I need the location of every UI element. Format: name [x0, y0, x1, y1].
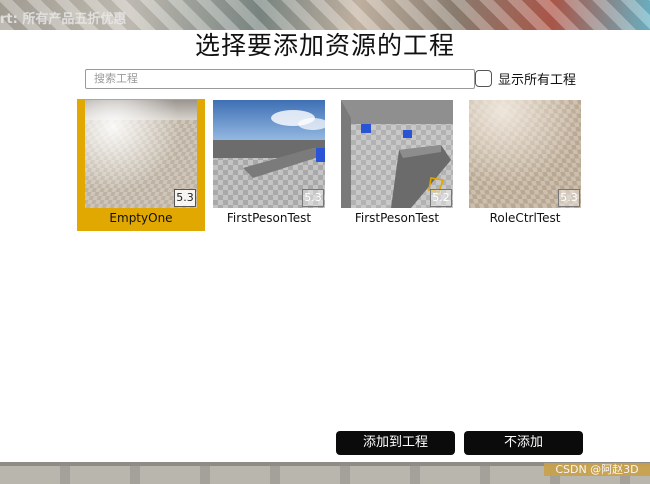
project-thumbnail: 5.3: [85, 100, 197, 208]
version-badge: 5.3: [174, 189, 196, 207]
show-all-projects-toggle[interactable]: 显示所有工程: [475, 68, 576, 88]
project-thumbnail: 5.2: [341, 100, 453, 208]
banner-text: rt: 所有产品五折优惠: [0, 12, 127, 27]
project-thumbnail: 5.3: [469, 100, 581, 208]
project-name: FirstPesonTest: [354, 211, 440, 225]
add-to-project-button[interactable]: 添加到工程: [336, 431, 455, 455]
watermark: CSDN @阿赵3D: [544, 463, 650, 476]
version-badge: 5.3: [558, 189, 580, 207]
project-card-rolectrltest[interactable]: 5.3 RoleCtrlTest: [461, 99, 589, 231]
show-all-label: 显示所有工程: [498, 72, 577, 88]
background-game-banner: rt: 所有产品五折优惠: [0, 0, 650, 30]
dialog-title: 选择要添加资源的工程: [194, 31, 455, 60]
search-input[interactable]: [85, 69, 475, 89]
project-card-emptyone[interactable]: 5.3 EmptyOne: [77, 99, 205, 231]
version-badge: 5.2: [430, 189, 452, 207]
project-name: FirstPesonTest: [226, 211, 312, 225]
dont-add-button[interactable]: 不添加: [464, 431, 583, 455]
project-thumbnail: 5.3: [213, 100, 325, 208]
project-name: EmptyOne: [109, 211, 173, 225]
add-to-project-dialog: 选择要添加资源的工程 显示所有工程: [0, 30, 650, 462]
project-card-firstpesontest-53[interactable]: 5.3 FirstPesonTest: [205, 99, 333, 231]
project-name: RoleCtrlTest: [489, 211, 561, 225]
show-all-checkbox[interactable]: [475, 69, 492, 87]
project-card-firstpesontest-52[interactable]: 5.2 FirstPesonTest: [333, 99, 461, 231]
version-badge: 5.3: [302, 189, 324, 207]
